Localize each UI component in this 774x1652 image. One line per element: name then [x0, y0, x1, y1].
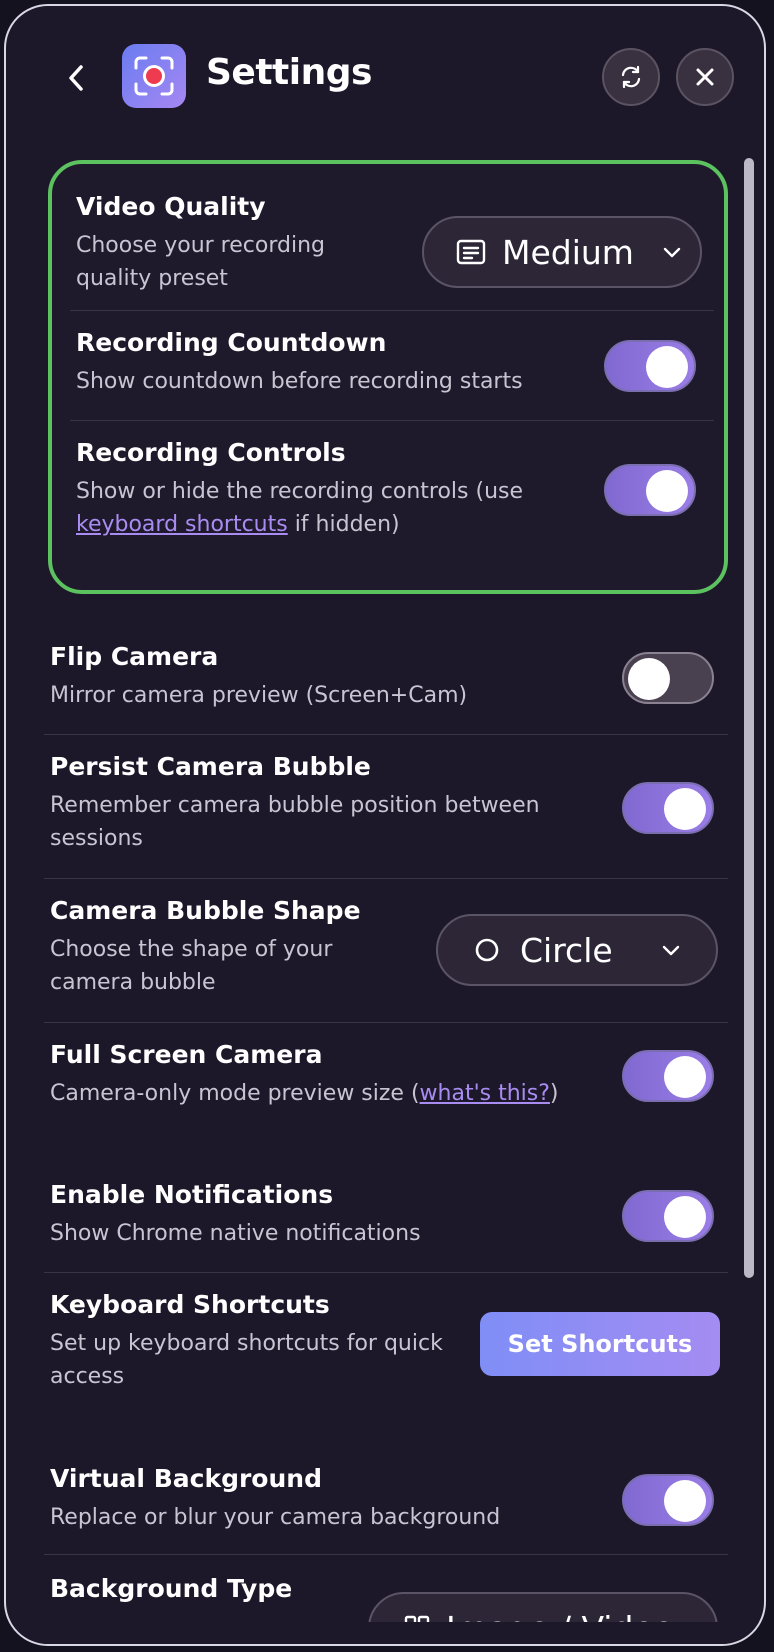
full-screen-camera-setting: Full Screen Camera Camera-only mode prev…	[50, 1040, 590, 1110]
full-screen-camera-title: Full Screen Camera	[50, 1040, 323, 1069]
toggle-knob	[628, 658, 670, 700]
video-quality-desc-line2: quality preset	[76, 266, 228, 291]
recording-countdown-setting: Recording Countdown Show countdown befor…	[76, 328, 556, 398]
notifications-desc: Show Chrome native notifications	[50, 1221, 421, 1246]
flip-camera-desc: Mirror camera preview (Screen+Cam)	[50, 683, 468, 708]
divider	[44, 1272, 728, 1273]
flip-camera-title: Flip Camera	[50, 642, 219, 671]
video-quality-value: Medium	[502, 232, 634, 272]
toggle-knob	[664, 1056, 706, 1098]
divider	[44, 878, 728, 879]
notifications-toggle[interactable]	[622, 1190, 714, 1242]
bottom-clip	[6, 1622, 764, 1644]
persist-bubble-desc-line2: sessions	[50, 826, 143, 851]
divider	[44, 1554, 728, 1555]
quality-icon	[456, 239, 486, 265]
bubble-shape-value: Circle	[520, 930, 613, 970]
virtual-background-desc: Replace or blur your camera background	[50, 1505, 501, 1530]
video-quality-desc: Choose your recording quality preset	[76, 229, 396, 295]
chevron-left-icon	[69, 65, 83, 91]
virtual-background-toggle[interactable]	[622, 1474, 714, 1526]
recording-controls-setting: Recording Controls Show or hide the reco…	[76, 438, 556, 541]
video-quality-dropdown[interactable]: Medium	[422, 216, 702, 288]
close-icon	[696, 68, 714, 86]
chevron-down-icon	[663, 247, 681, 258]
chevron-down-icon	[662, 945, 679, 956]
full-screen-camera-desc-suffix: )	[549, 1081, 559, 1106]
background-type-title: Background Type	[50, 1574, 293, 1603]
persist-bubble-setting: Persist Camera Bubble Remember camera bu…	[50, 752, 550, 855]
recording-controls-desc-tail: if hidden)	[287, 512, 400, 537]
keyboard-shortcuts-desc: Set up keyboard shortcuts for quick acce…	[50, 1327, 450, 1393]
keyboard-shortcuts-setting: Keyboard Shortcuts Set up keyboard short…	[50, 1290, 450, 1393]
keyboard-shortcuts-desc-line2: access	[50, 1364, 125, 1389]
bubble-shape-desc-line1: Choose the shape of your	[50, 937, 333, 962]
background-type-setting: Background Type	[50, 1574, 370, 1603]
full-screen-camera-desc-prefix: Camera-only mode preview size (	[50, 1081, 420, 1106]
app-logo	[122, 44, 186, 108]
circle-icon	[475, 938, 499, 962]
divider	[70, 420, 714, 421]
divider	[44, 1022, 728, 1023]
bubble-shape-desc: Choose the shape of your camera bubble	[50, 933, 410, 999]
full-screen-camera-toggle[interactable]	[622, 1050, 714, 1102]
persist-bubble-title: Persist Camera Bubble	[50, 752, 371, 781]
toggle-knob	[664, 1480, 706, 1522]
virtual-background-title: Virtual Background	[50, 1464, 322, 1493]
notifications-title: Enable Notifications	[50, 1180, 334, 1209]
video-quality-desc-line1: Choose your recording	[76, 233, 325, 258]
header: Settings	[6, 6, 764, 142]
notifications-setting: Enable Notifications Show Chrome native …	[50, 1180, 550, 1250]
toggle-knob	[646, 346, 688, 388]
bubble-shape-dropdown[interactable]: Circle	[436, 914, 718, 986]
flip-camera-toggle[interactable]	[622, 652, 714, 704]
keyboard-shortcuts-title: Keyboard Shortcuts	[50, 1290, 330, 1319]
persist-bubble-toggle[interactable]	[622, 782, 714, 834]
recording-countdown-title: Recording Countdown	[76, 328, 387, 357]
recording-countdown-desc: Show countdown before recording starts	[76, 369, 523, 394]
divider	[44, 734, 728, 735]
persist-bubble-desc-line1: Remember camera bubble position between	[50, 793, 540, 818]
scrollbar[interactable]	[744, 158, 754, 1636]
virtual-background-setting: Virtual Background Replace or blur your …	[50, 1464, 570, 1534]
scrollbar-thumb[interactable]	[744, 158, 754, 1278]
keyboard-shortcuts-link[interactable]: keyboard shortcuts	[76, 512, 288, 537]
divider	[70, 310, 714, 311]
whats-this-link[interactable]: what's this?	[420, 1081, 550, 1106]
toggle-knob	[664, 788, 706, 830]
recording-countdown-toggle[interactable]	[604, 340, 696, 392]
bubble-shape-setting: Camera Bubble Shape Choose the shape of …	[50, 896, 410, 999]
highlighted-settings-card: Video Quality Choose your recording qual…	[48, 160, 728, 594]
persist-bubble-desc: Remember camera bubble position between …	[50, 789, 550, 855]
back-button[interactable]	[56, 56, 96, 100]
keyboard-shortcuts-desc-line1: Set up keyboard shortcuts for quick	[50, 1331, 443, 1356]
full-screen-camera-desc: Camera-only mode preview size (what's th…	[50, 1077, 590, 1110]
toggle-knob	[664, 1196, 706, 1238]
record-icon	[134, 56, 174, 96]
video-quality-setting: Video Quality Choose your recording qual…	[76, 192, 396, 295]
refresh-icon	[621, 65, 641, 89]
settings-window: Settings Video Quality Choose your recor…	[4, 4, 766, 1646]
bubble-shape-title: Camera Bubble Shape	[50, 896, 361, 925]
toggle-knob	[646, 470, 688, 512]
recording-controls-title: Recording Controls	[76, 438, 346, 467]
flip-camera-setting: Flip Camera Mirror camera preview (Scree…	[50, 642, 550, 712]
set-shortcuts-button[interactable]: Set Shortcuts	[480, 1312, 720, 1376]
video-quality-title: Video Quality	[76, 192, 266, 221]
recording-controls-desc: Show or hide the recording controls (use…	[76, 475, 556, 541]
bubble-shape-desc-line2: camera bubble	[50, 970, 216, 995]
recording-controls-desc-line1: Show or hide the recording controls (use	[76, 479, 524, 504]
recording-controls-desc-line2: keyboard shortcuts if hidden)	[76, 508, 556, 541]
close-button[interactable]	[676, 48, 734, 106]
refresh-button[interactable]	[602, 48, 660, 106]
recording-controls-toggle[interactable]	[604, 464, 696, 516]
page-title: Settings	[206, 52, 372, 93]
